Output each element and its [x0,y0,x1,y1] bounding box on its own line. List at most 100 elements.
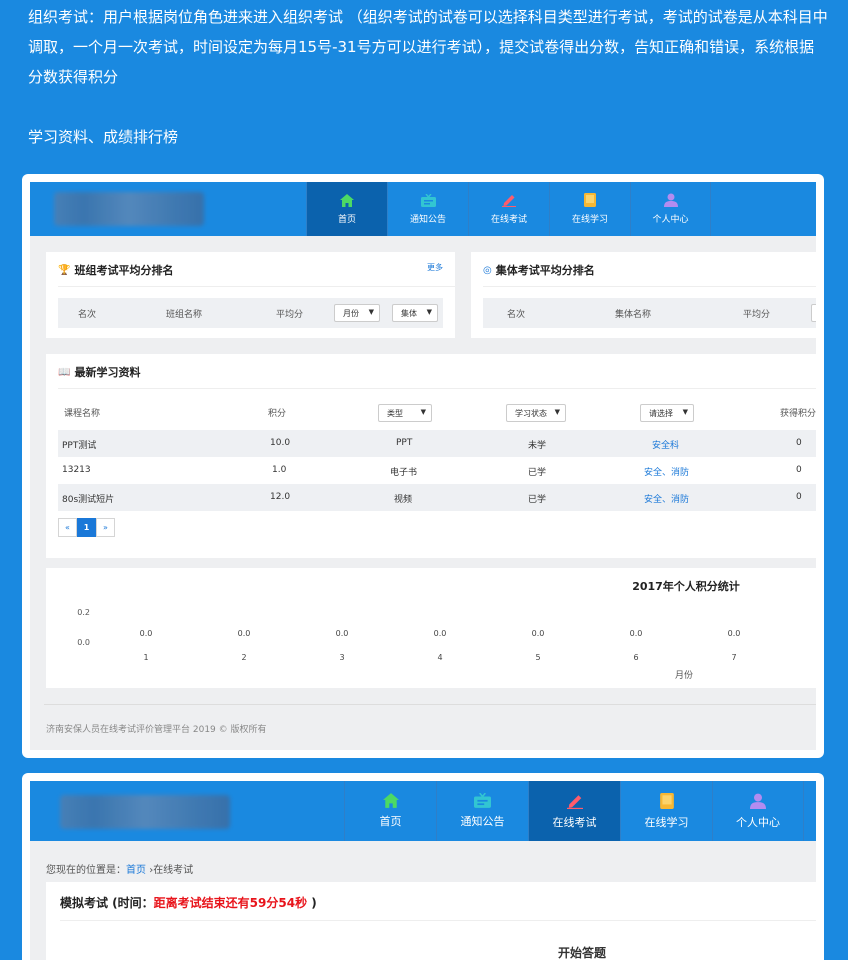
nav-label: 在线学习 [571,215,608,225]
cell-name: PPT测试 [62,441,97,451]
pager-next-button[interactable]: » [96,518,115,537]
cell-points: 12.0 [270,492,291,502]
category-select[interactable]: 请选择 ▼ [640,404,694,422]
nav-items: 首页 通知公告 在线考试 在线学习 个人中心 [306,182,711,236]
exam-panel: 模拟考试 (时间：距离考试结束还有59分54秒 ) 开始答题 [46,882,816,960]
group-rank-select[interactable] [811,304,816,322]
nav-item-online-exam[interactable]: 在线考试 [528,781,620,841]
cell-type: PPT [396,438,413,448]
exam-title: 模拟考试 (时间：距离考试结束还有59分54秒 ) [60,896,317,910]
data-label: 0.0 [336,629,349,638]
pager-page-button[interactable]: 1 [77,518,96,537]
col-team-name: 班组名称 [166,310,203,320]
logo [54,192,204,226]
cell-category[interactable]: 安全、消防 [644,465,689,478]
y-tick-label: 0.0 [77,638,90,647]
dropdown-arrow-icon: ▼ [682,408,688,416]
exam-page-screenshot: 首页 通知公告 在线考试 在线学习 个人中心 您现在的位置是：首页 ›在线考试 … [22,773,824,960]
breadcrumb-home-link[interactable]: 首页 [126,865,146,876]
pager-prev-button[interactable]: « [58,518,77,537]
table-row[interactable]: 80s测试短片 12.0 视频 已学 安全、消防 0 [58,484,816,511]
nav-label: 个人中心 [736,815,780,829]
pencil-icon [566,794,583,809]
col-rank: 名次 [78,310,97,320]
col-rank: 名次 [507,310,526,320]
cell-status: 已学 [528,468,547,478]
col-points: 积分 [268,409,287,419]
nav-item-online-study[interactable]: 在线学习 [620,781,712,841]
cell-earned: 0 [796,492,802,502]
cell-points: 1.0 [272,465,287,475]
nav-item-home[interactable]: 首页 [344,781,436,841]
breadcrumb: 您现在的位置是：首页 ›在线考试 [46,865,194,876]
col-course-name: 课程名称 [64,409,101,419]
nav-item-home[interactable]: 首页 [306,182,387,236]
nav-item-notice[interactable]: 通知公告 [436,781,528,841]
cell-points: 10.0 [270,438,291,448]
table-row[interactable]: PPT测试 10.0 PPT 未学 安全科 0 [58,430,816,457]
divider [60,920,816,921]
notice-icon [420,193,436,207]
dropdown-arrow-icon: ▼ [420,408,426,416]
nav-label: 在线考试 [552,815,597,829]
notice-icon [474,793,491,808]
nav-item-personal-center[interactable]: 个人中心 [712,781,804,841]
points-chart-panel: 2017年个人积分统计 0.2 0.0 0.0 1 0.0 2 0.0 3 0.0 4 0.0 5 0.0… [46,568,816,688]
divider [58,286,455,287]
cell-type: 电子书 [390,468,418,478]
more-link[interactable]: 更多 [427,262,443,273]
col-group-name: 集体名称 [615,310,652,320]
dropdown-arrow-icon: ▼ [426,308,432,316]
cell-status: 未学 [528,441,547,451]
top-nav: 首页 通知公告 在线考试 在线学习 个人中心 [30,781,816,841]
materials-panel: 📖 最新学习资料 课程名称 积分 类型 ▼ 学习状态 ▼ 请选择 ▼ 获得积分 PP [46,354,816,558]
nav-item-personal-center[interactable]: 个人中心 [630,182,711,236]
points-chart: 2017年个人积分统计 0.2 0.0 0.0 1 0.0 2 0.0 3 0.0 4 0.0 5 0.0… [77,579,741,681]
homepage-screenshot: 首页 通知公告 在线考试 在线学习 个人中心 🏆 班组考试平均分排名 更多 名次… [22,174,824,758]
x-axis-label: 月份 [675,669,693,681]
divider [483,286,816,287]
pencil-icon [502,195,516,207]
logo [60,795,230,829]
book-icon [659,792,674,809]
group-select[interactable]: 集体 ▼ [392,304,438,322]
data-label: 0.0 [434,629,447,638]
month-select[interactable]: 月份 ▼ [334,304,380,322]
book-icon [584,193,596,207]
breadcrumb-current: 在线考试 [153,865,194,876]
y-tick-label: 0.2 [77,608,90,617]
top-nav: 首页 通知公告 在线考试 在线学习 个人中心 [30,182,816,236]
footer-copyright: 济南安保人员在线考试评价管理平台 2019 © 版权所有 [46,725,267,735]
nav-item-online-exam[interactable]: 在线考试 [468,182,549,236]
nav-label: 在线学习 [644,815,689,829]
cell-category[interactable]: 安全、消防 [644,492,689,505]
cell-status: 已学 [528,495,547,505]
data-label: 0.0 [728,629,741,638]
x-tick-label: 6 [633,653,638,662]
x-tick-label: 1 [143,653,148,662]
dropdown-arrow-icon: ▼ [368,308,374,316]
study-status-select[interactable]: 学习状态 ▼ [506,404,566,422]
table-row[interactable]: 13213 1.0 电子书 已学 安全、消防 0 [58,457,816,484]
nav-item-online-study[interactable]: 在线学习 [549,182,630,236]
x-tick-label: 4 [437,653,442,662]
cell-earned: 0 [796,438,802,448]
footer-divider [44,704,816,705]
nav-item-notice[interactable]: 通知公告 [387,182,468,236]
data-label: 0.0 [532,629,545,638]
cell-name: 80s测试短片 [62,495,115,505]
user-icon [750,793,766,809]
cell-type: 视频 [394,495,413,505]
col-earned-points: 获得积分 [780,409,816,419]
col-average: 平均分 [276,310,304,320]
chart-title: 2017年个人积分统计 [632,579,740,593]
intro-paragraph: 组织考试：用户根据岗位角色进来进入组织考试 （组织考试的试卷可以选择科目类型进行… [28,8,828,86]
nav-label: 首页 [337,214,356,225]
dropdown-arrow-icon: ▼ [554,408,560,416]
col-average: 平均分 [743,310,771,320]
group-rank-panel: ◎ 集体考试平均分排名 名次 集体名称 平均分 [471,252,816,338]
cell-category[interactable]: 安全科 [652,438,679,451]
homepage-inner: 首页 通知公告 在线考试 在线学习 个人中心 🏆 班组考试平均分排名 更多 名次… [30,182,816,750]
type-select[interactable]: 类型 ▼ [378,404,432,422]
x-tick-label: 5 [535,653,540,662]
